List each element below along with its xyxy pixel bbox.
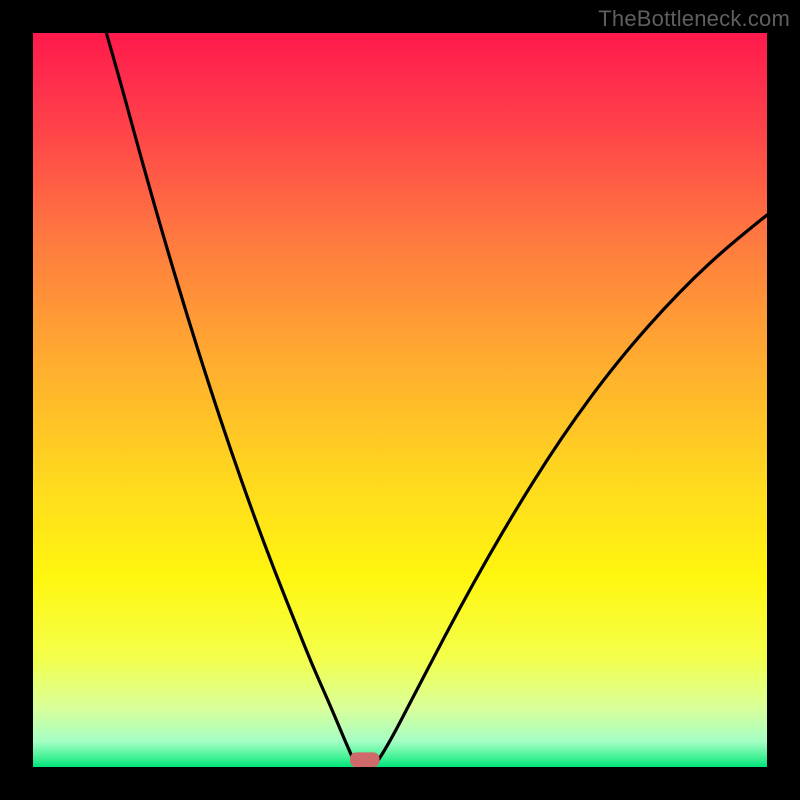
watermark-label: TheBottleneck.com bbox=[598, 6, 790, 32]
chart-svg bbox=[33, 33, 767, 767]
minimum-marker bbox=[350, 752, 379, 767]
outer-frame: TheBottleneck.com bbox=[0, 0, 800, 800]
gradient-background bbox=[33, 33, 767, 767]
plot-area bbox=[33, 33, 767, 767]
